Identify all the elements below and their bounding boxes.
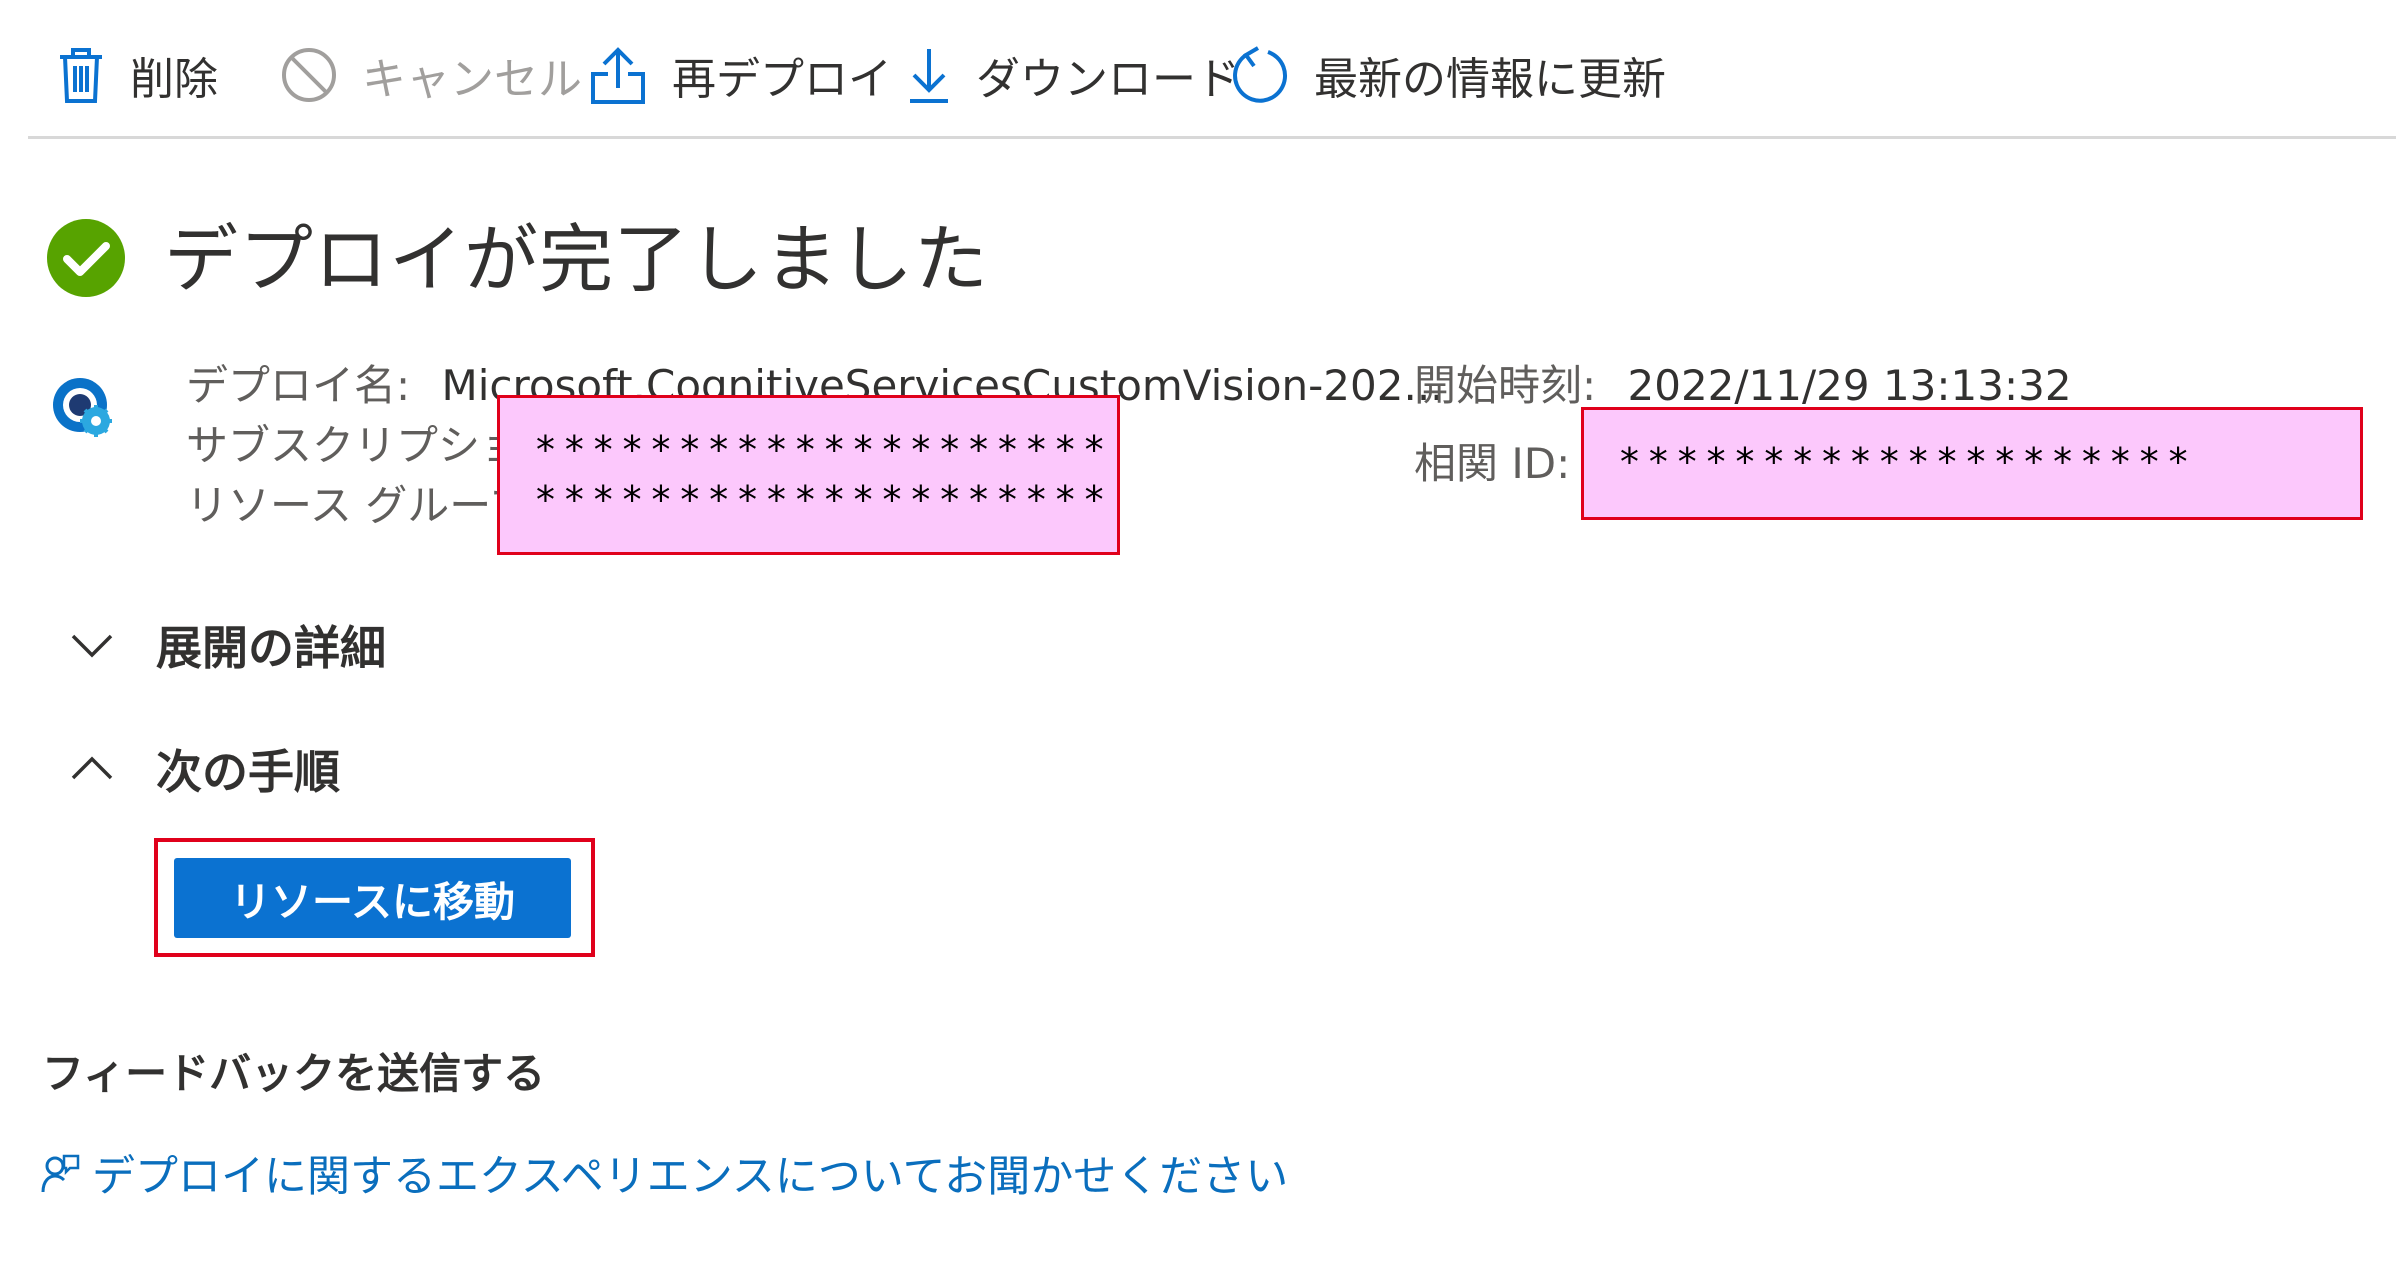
next-steps-toggle[interactable]: 次の手順	[70, 736, 340, 802]
redeploy-label: 再デプロイ	[672, 54, 892, 105]
command-bar: 削除 キャンセル 再デプロイ ダウンロード 最新の情報に更新	[0, 0, 2396, 140]
delete-label: 削除	[130, 54, 218, 105]
next-steps-label: 次の手順	[156, 745, 340, 799]
feedback-person-icon	[41, 1154, 80, 1193]
redacted-subscription-block: ******************** *******************…	[497, 395, 1120, 555]
resource-group-label: リソース グループ:	[186, 481, 545, 530]
cancel-icon	[282, 48, 336, 102]
deployment-details-toggle[interactable]: 展開の詳細	[70, 612, 386, 678]
refresh-button[interactable]: 最新の情報に更新	[1230, 30, 1666, 120]
resource-group-row: リソース グループ:	[186, 472, 545, 533]
cancel-label: キャンセル	[362, 54, 582, 105]
deployment-name-label: デプロイ名:	[186, 361, 411, 410]
start-time-value: 2022/11/29 13:13:32	[1627, 361, 2072, 410]
cognitive-services-icon	[53, 378, 112, 437]
chevron-down-icon	[71, 634, 113, 658]
feedback-link[interactable]: デプロイに関するエクスペリエンスについてお聞かせください	[40, 1142, 1288, 1204]
correlation-id-value: ********************	[1618, 440, 2196, 484]
toolbar-divider	[28, 136, 2396, 139]
deployment-details-label: 展開の詳細	[156, 621, 386, 675]
resource-group-value: ********************	[534, 478, 1112, 522]
upload-icon	[591, 47, 645, 104]
check-circle-icon	[47, 219, 125, 297]
subscription-value: ********************	[534, 428, 1112, 472]
download-button[interactable]: ダウンロード	[906, 30, 1240, 120]
go-to-resource-button[interactable]: リソースに移動	[174, 858, 571, 938]
refresh-icon	[1233, 46, 1287, 103]
correlation-id-row: 相関 ID:	[1414, 430, 1570, 491]
delete-button[interactable]: 削除	[56, 30, 218, 120]
trash-icon	[60, 48, 102, 103]
redeploy-button[interactable]: 再デプロイ	[588, 30, 892, 120]
start-time-row: 開始時刻: 2022/11/29 13:13:32	[1414, 352, 2072, 413]
page-title: デプロイが完了しました	[164, 217, 989, 303]
refresh-label: 最新の情報に更新	[1314, 54, 1666, 105]
download-label: ダウンロード	[976, 54, 1240, 105]
correlation-id-label: 相関 ID:	[1414, 439, 1571, 488]
feedback-title: フィードバックを送信する	[42, 1049, 546, 1098]
chevron-up-icon	[71, 756, 113, 780]
download-icon	[910, 49, 948, 103]
feedback-link-text: デプロイに関するエクスペリエンスについてお聞かせください	[92, 1152, 1289, 1202]
redacted-correlation-id-block: ********************	[1581, 407, 2363, 520]
cancel-button[interactable]: キャンセル	[280, 30, 582, 120]
start-time-label: 開始時刻:	[1414, 361, 1597, 410]
